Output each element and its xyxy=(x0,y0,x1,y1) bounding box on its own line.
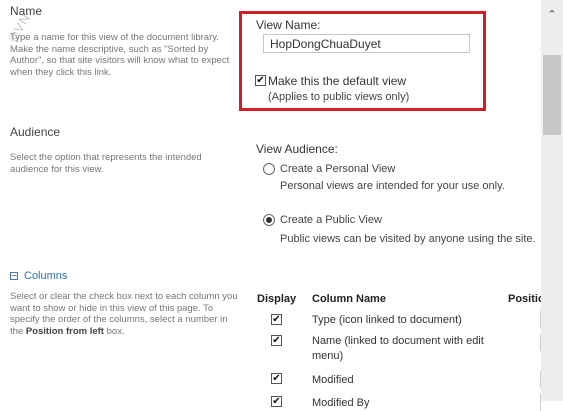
checkmark-icon: ✔ xyxy=(272,313,281,325)
position-header: Position xyxy=(508,293,541,305)
minus-box-icon[interactable]: − xyxy=(10,272,18,280)
column-name-header: Column Name xyxy=(312,293,386,305)
public-view-radio[interactable] xyxy=(263,214,275,226)
column-name: Name (linked to document with edit menu) xyxy=(312,335,484,362)
chevron-up-icon[interactable]: ⌃ xyxy=(541,8,563,21)
personal-view-label: Create a Personal View xyxy=(280,163,396,175)
default-view-label: Make this the default view xyxy=(268,74,407,88)
audience-section-title: Audience xyxy=(10,125,61,139)
audience-section-description: Select the option that represents the in… xyxy=(10,152,202,175)
display-column-header: Display xyxy=(257,293,297,305)
view-name-input[interactable] xyxy=(263,34,470,53)
personal-view-radio[interactable] xyxy=(263,163,275,175)
column-display-checkbox[interactable]: ✔ xyxy=(271,396,282,407)
checkmark-icon: ✔ xyxy=(272,372,281,384)
column-name: Modified By xyxy=(312,397,370,409)
column-display-checkbox[interactable]: ✔ xyxy=(271,335,282,346)
name-section-description: Type a name for this view of the documen… xyxy=(10,32,230,78)
view-audience-label: View Audience: xyxy=(256,142,338,156)
radio-selected-dot xyxy=(266,217,272,223)
columns-section-description: Select or clear the check box next to ea… xyxy=(10,291,238,337)
default-view-note: (Applies to public views only) xyxy=(268,91,410,103)
checkmark-icon: ✔ xyxy=(256,74,265,86)
column-name: Type (icon linked to document) xyxy=(312,314,462,326)
personal-view-description: Personal views are intended for your use… xyxy=(280,180,505,192)
columns-section-title[interactable]: Columns xyxy=(24,270,67,282)
checkmark-icon: ✔ xyxy=(272,334,281,346)
column-name: Modified xyxy=(312,374,354,386)
public-view-label: Create a Public View xyxy=(280,214,382,226)
public-view-description: Public views can be visited by anyone us… xyxy=(280,233,536,245)
column-display-checkbox[interactable]: ✔ xyxy=(271,314,282,325)
name-section-title: Name xyxy=(10,4,43,18)
checkmark-icon: ✔ xyxy=(272,395,281,407)
scrollbar-thumb[interactable] xyxy=(543,55,561,135)
default-view-checkbox[interactable]: ✔ xyxy=(255,75,266,86)
view-name-label: View Name: xyxy=(256,18,321,32)
column-display-checkbox[interactable]: ✔ xyxy=(271,373,282,384)
